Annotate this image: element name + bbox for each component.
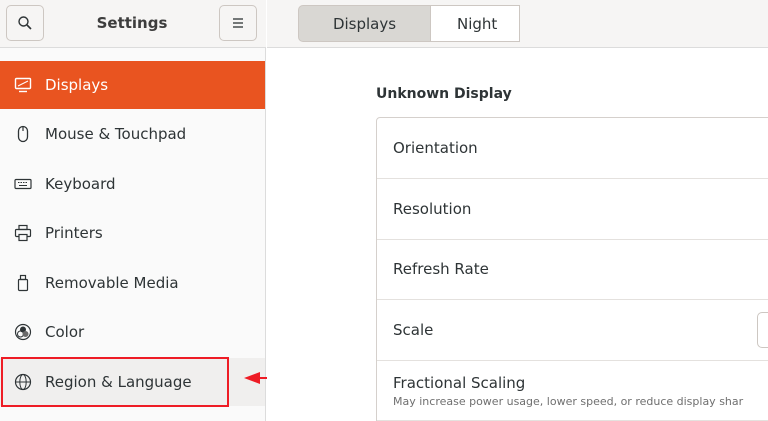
display-section-title: Unknown Display bbox=[376, 86, 512, 102]
resolution-row[interactable]: Resolution bbox=[377, 179, 768, 240]
row-subtitle: May increase power usage, lower speed, o… bbox=[393, 395, 744, 408]
menu-button[interactable] bbox=[219, 5, 257, 41]
sidebar-item-label: Keyboard bbox=[45, 175, 116, 193]
sidebar-item-color[interactable]: Color bbox=[0, 308, 265, 356]
sidebar-item-label: Printers bbox=[45, 224, 103, 242]
display-settings-list: Orientation Resolution Refresh Rate Scal… bbox=[376, 117, 768, 421]
printer-icon bbox=[12, 222, 34, 244]
sidebar-item-mouse-touchpad[interactable]: Mouse & Touchpad bbox=[0, 110, 265, 158]
tab-label: Night bbox=[457, 14, 498, 33]
mouse-icon bbox=[12, 123, 34, 145]
sidebar-item-label: Color bbox=[45, 323, 85, 341]
sidebar-item-label: Removable Media bbox=[45, 274, 179, 292]
search-icon bbox=[18, 16, 32, 30]
sidebar-item-keyboard[interactable]: Keyboard bbox=[0, 160, 265, 208]
sidebar-item-displays[interactable]: Displays bbox=[0, 61, 265, 109]
keyboard-icon bbox=[12, 173, 34, 195]
tab-night-light[interactable]: Night bbox=[430, 5, 520, 42]
fractional-scaling-row: Fractional Scaling May increase power us… bbox=[377, 360, 768, 421]
row-label: Scale bbox=[393, 321, 434, 339]
row-label: Refresh Rate bbox=[393, 260, 489, 278]
sidebar-header: Settings bbox=[0, 0, 266, 48]
sidebar-item-removable-media[interactable]: Removable Media bbox=[0, 259, 265, 307]
refresh-rate-row[interactable]: Refresh Rate bbox=[377, 239, 768, 300]
scale-row: Scale bbox=[377, 300, 768, 361]
annotation-highlight-box bbox=[1, 357, 229, 407]
sidebar-item-label: Displays bbox=[45, 76, 109, 94]
row-label: Orientation bbox=[393, 139, 478, 157]
orientation-row[interactable]: Orientation bbox=[377, 118, 768, 179]
settings-title: Settings bbox=[96, 14, 168, 32]
scale-option-button[interactable] bbox=[757, 312, 768, 348]
hamburger-icon bbox=[233, 18, 243, 28]
color-icon bbox=[12, 321, 34, 343]
tab-displays[interactable]: Displays bbox=[298, 5, 431, 42]
row-label: Resolution bbox=[393, 200, 472, 218]
tab-label: Displays bbox=[332, 14, 397, 33]
sidebar-item-printers[interactable]: Printers bbox=[0, 209, 265, 257]
display-icon bbox=[12, 74, 34, 96]
search-button[interactable] bbox=[6, 5, 44, 41]
row-label: Fractional Scaling bbox=[393, 374, 526, 392]
sidebar-item-label: Mouse & Touchpad bbox=[45, 125, 187, 143]
removable-media-icon bbox=[12, 272, 34, 294]
